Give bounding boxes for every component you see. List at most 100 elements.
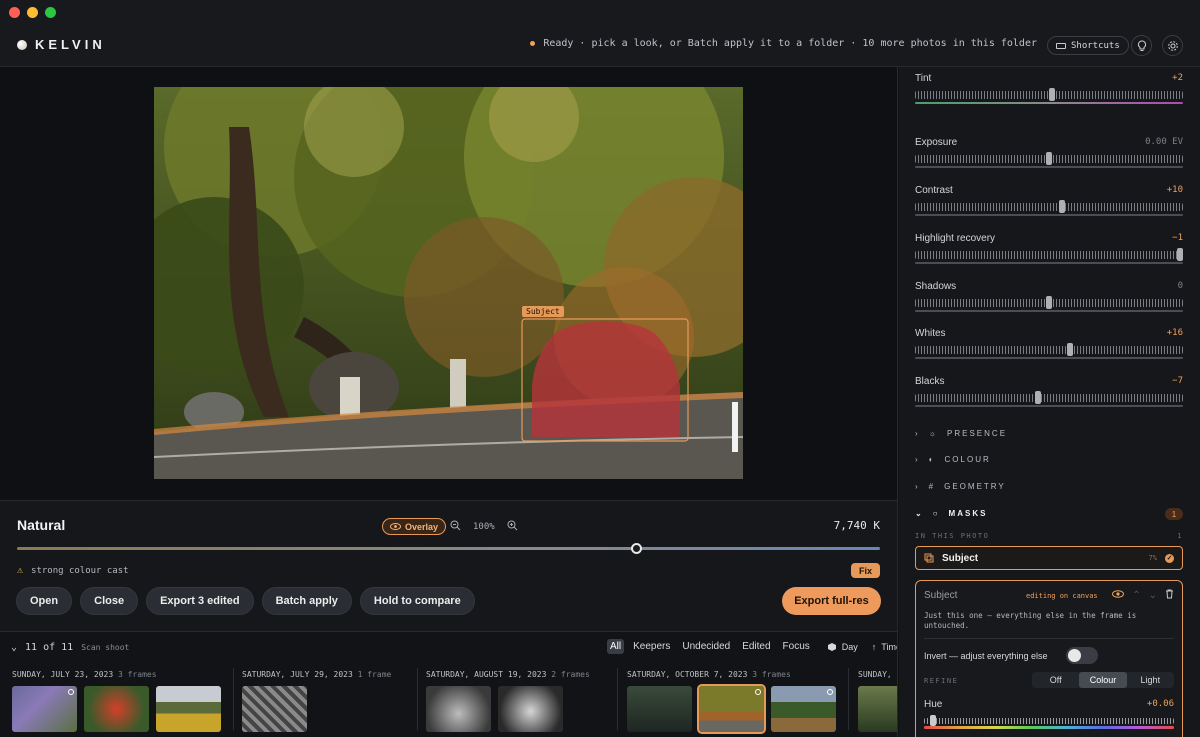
hold-to-compare-button[interactable]: Hold to compare [359,587,475,615]
section-geometry[interactable]: › # GEOMETRY [915,482,1006,491]
adjustment-label: Tint [915,73,932,84]
adjustment-slider-track[interactable] [915,152,1183,165]
section-presence[interactable]: › ☼ PRESENCE [915,429,1007,438]
filter-keepers[interactable]: Keepers [630,639,673,654]
photo-thumbnail-selected[interactable] [697,684,766,734]
look-controls: Natural Overlay 100% 7,740 K ⚠ strong co… [0,500,898,631]
hue-slider-track[interactable] [924,715,1174,726]
shortcuts-button[interactable]: Shortcuts [1047,36,1129,55]
adjustment-slider-handle[interactable] [1177,248,1184,261]
photo-thumbnail[interactable] [242,686,307,732]
day-group: SATURDAY, OCTOBER 7, 2023 3 frames [627,670,836,734]
photo-count[interactable]: ⌄ 11 of 11 Scan shoot [11,642,129,653]
move-up-icon[interactable]: ⌃ [1132,590,1140,601]
photo-thumbnail[interactable] [627,686,692,732]
fix-button[interactable]: Fix [851,563,880,578]
adjustment-slider-handle[interactable] [1046,152,1052,165]
adjustment-slider-baseline [915,262,1183,264]
adjustment-slider-track[interactable] [915,248,1184,261]
adjustment-label: Shadows [915,281,957,292]
adjustment-slider-baseline [915,310,1183,312]
masks-count-badge: 1 [1165,508,1183,520]
day-group: SATURDAY, AUGUST 19, 2023 2 frames [426,670,590,732]
day-group: SUNDAY, [858,670,897,732]
subject-mask-tag[interactable]: Subject [522,306,564,317]
adjustment-slider-track[interactable] [915,343,1183,356]
chevron-right-icon: › [915,482,920,491]
palette-icon: ◐ [928,455,936,464]
invert-label: Invert — adjust everything else [924,651,1048,661]
zoom-out-icon[interactable] [450,520,461,534]
mask-description: Just this one — everything else in the f… [924,611,1137,630]
close-button[interactable]: Close [80,587,139,615]
zoom-in-icon[interactable] [507,520,518,534]
filter-all[interactable]: All [607,639,625,654]
export-edited-button[interactable]: Export 3 edited [146,587,254,615]
move-down-icon[interactable]: ⌄ [1149,590,1157,601]
overlay-toggle[interactable]: Overlay [382,518,447,535]
status-text: Ready · pick a look, or Batch apply it t… [543,38,1037,49]
zoom-window-button[interactable] [45,7,56,18]
hue-slider-handle[interactable] [930,715,936,726]
filter-focus[interactable]: Focus [780,639,813,654]
minimize-window-button[interactable] [27,7,38,18]
adjustment-slider-track[interactable] [915,200,1183,213]
photo-thumbnail[interactable] [156,686,221,732]
refine-light[interactable]: Light [1127,672,1174,688]
adjustment-slider-handle[interactable] [1059,200,1066,213]
visibility-eye-icon[interactable] [1112,590,1125,601]
group-frames: 3 frames [117,670,157,679]
temperature-slider-track[interactable] [17,547,880,550]
photo-thumbnail[interactable] [771,686,836,732]
temperature-slider-handle[interactable] [631,543,642,554]
adjustment-slider-handle[interactable] [1067,343,1074,356]
photo-thumbnail[interactable] [84,686,149,732]
chevron-right-icon: › [915,429,920,438]
group-by-day[interactable]: Day [827,642,858,652]
section-masks[interactable]: ⌄ ○ MASKS [915,509,987,518]
mask-card-title: Subject [924,590,958,601]
photo-thumbnail[interactable] [858,686,897,732]
adjustment-slider-handle[interactable] [1048,88,1055,101]
status-dot-icon [530,41,536,46]
close-window-button[interactable] [9,7,20,18]
editing-indicator: editing on canvas [1026,592,1098,600]
adjustment-slider-track[interactable] [915,391,1183,404]
arrow-up-icon: ↑ [871,641,877,652]
adjustment-value: +10 [1166,185,1183,195]
adjustment-slider-track[interactable] [915,296,1183,309]
zoom-controls: 100% [450,520,518,534]
adjustment-slider-handle[interactable] [1046,296,1052,309]
mask-name: Subject [942,552,979,564]
photo-thumbnail[interactable] [426,686,491,732]
tips-button[interactable] [1131,35,1152,56]
logo-icon [17,39,27,50]
shortcuts-label: Shortcuts [1071,40,1120,51]
in-this-photo-count: 1 [1177,532,1183,540]
refine-colour[interactable]: Colour [1079,672,1127,688]
batch-apply-button[interactable]: Batch apply [261,587,352,615]
trash-icon[interactable] [1165,589,1174,602]
filter-edited[interactable]: Edited [739,639,773,654]
photo-thumbnail[interactable] [12,686,77,732]
sort-by-time[interactable]: ↑ Time [871,641,897,652]
settings-button[interactable] [1162,35,1183,56]
mask-editor-card: Subject editing on canvas ⌃ ⌄ Just this … [915,580,1183,737]
invert-toggle[interactable] [1066,647,1098,664]
filter-undecided[interactable]: Undecided [679,639,733,654]
status-bar: Ready · pick a look, or Batch apply it t… [530,38,1037,49]
adjustment-slider-handle[interactable] [1035,391,1042,404]
refine-label: REFINE [924,677,959,685]
photo-canvas[interactable]: Subject [0,67,898,500]
photo-preview[interactable] [154,87,743,479]
section-colour[interactable]: › ◐ COLOUR [915,455,991,464]
mask-list-item-subject[interactable]: Subject 7% ✓ [915,546,1183,570]
export-full-res-button[interactable]: Export full-res [782,587,881,615]
hue-value: +0.06 [1146,699,1174,709]
adjustment-slider-track[interactable] [915,88,1183,101]
scan-shoot-label[interactable]: Scan shoot [81,643,129,652]
open-button[interactable]: Open [16,587,73,615]
refine-off[interactable]: Off [1032,672,1079,688]
hue-label: Hue [924,699,943,710]
photo-thumbnail[interactable] [498,686,563,732]
